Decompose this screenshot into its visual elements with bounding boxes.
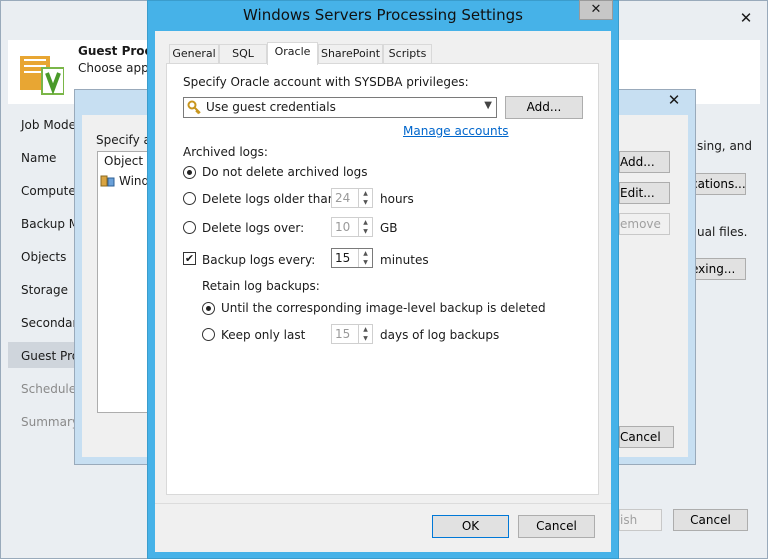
radio-delete-older[interactable]: [183, 192, 196, 205]
radio-retain-until[interactable]: [202, 302, 215, 315]
nav-item-guest-processing[interactable]: Guest Pro: [21, 349, 79, 363]
nav-item-storage[interactable]: Storage: [21, 283, 68, 297]
chevron-down-icon: ▼: [484, 100, 492, 111]
close-icon[interactable]: ✕: [579, 0, 613, 20]
spin-up-icon[interactable]: ▲: [358, 325, 372, 334]
archived-logs-label: Archived logs:: [183, 145, 268, 159]
add-account-button[interactable]: Add...: [505, 96, 583, 119]
wizard-logo-icon: [16, 50, 65, 96]
oracle-account-label: Specify Oracle account with SYSDBA privi…: [183, 75, 469, 89]
applications-button[interactable]: cations...: [690, 173, 746, 195]
over-size-value: 10: [335, 220, 351, 234]
spin-down-icon[interactable]: ▼: [358, 198, 372, 207]
dialog-title: Windows Servers Processing Settings: [243, 6, 523, 24]
middle-cancel-button[interactable]: Cancel: [619, 426, 674, 448]
over-size-unit: GB: [380, 221, 398, 235]
oracle-account-value: Use guest credentials: [206, 100, 336, 114]
middle-edit-button[interactable]: Edit...: [619, 182, 670, 204]
spin-up-icon[interactable]: ▲: [358, 218, 372, 227]
retain-log-backups-label: Retain log backups:: [202, 279, 320, 293]
backup-logs-stepper[interactable]: 15 ▲ ▼: [331, 248, 373, 268]
spin-up-icon[interactable]: ▲: [358, 189, 372, 198]
wizard-cancel-button[interactable]: Cancel: [673, 509, 748, 531]
keep-days-stepper[interactable]: 15 ▲ ▼: [331, 324, 373, 344]
radio-keep-only-last[interactable]: [202, 328, 215, 341]
backup-logs-unit: minutes: [380, 253, 429, 267]
indexing-button[interactable]: exing...: [690, 258, 746, 280]
nav-item-objects[interactable]: Objects: [21, 250, 66, 264]
column-header-object[interactable]: Object: [104, 154, 143, 168]
radio-delete-over-label[interactable]: Delete logs over:: [202, 221, 304, 235]
older-than-value: 24: [335, 191, 351, 205]
tab-general[interactable]: General: [169, 44, 219, 64]
cancel-button[interactable]: Cancel: [518, 515, 595, 538]
backup-logs-label[interactable]: Backup logs every:: [202, 253, 315, 267]
nav-item-summary[interactable]: Summary: [21, 415, 79, 429]
middle-close-icon[interactable]: ✕: [660, 91, 688, 109]
manage-accounts-link[interactable]: Manage accounts: [403, 124, 509, 138]
radio-delete-older-label[interactable]: Delete logs older than:: [202, 192, 339, 206]
radio-delete-over[interactable]: [183, 221, 196, 234]
backup-logs-checkbox[interactable]: ✔: [183, 252, 196, 265]
spin-up-icon[interactable]: ▲: [358, 249, 372, 258]
older-than-stepper[interactable]: 24 ▲ ▼: [331, 188, 373, 208]
wizard-right-text-2: ual files.: [697, 225, 748, 239]
finish-button[interactable]: ish: [619, 509, 662, 531]
wizard-right-text-1: sing, and: [697, 139, 753, 153]
tab-scripts[interactable]: Scripts: [383, 44, 432, 64]
key-icon: [187, 100, 203, 116]
tab-oracle[interactable]: Oracle: [267, 42, 318, 65]
radio-keep-only-last-label[interactable]: Keep only last: [221, 328, 305, 342]
radio-do-not-delete-label[interactable]: Do not delete archived logs: [202, 165, 368, 179]
wizard-close-icon[interactable]: ✕: [732, 9, 760, 27]
radio-retain-until-label[interactable]: Until the corresponding image-level back…: [221, 301, 546, 315]
middle-add-button[interactable]: Add...: [619, 151, 670, 173]
middle-remove-button[interactable]: emove: [619, 213, 670, 235]
spin-down-icon[interactable]: ▼: [358, 227, 372, 236]
tab-sql[interactable]: SQL: [219, 44, 267, 64]
wizard-step-subtitle: Choose appli: [78, 61, 156, 75]
spin-down-icon[interactable]: ▼: [358, 258, 372, 267]
nav-item-name[interactable]: Name: [21, 151, 56, 165]
oracle-account-combo[interactable]: Use guest credentials ▼: [183, 97, 497, 118]
nav-item-backup-mode[interactable]: Backup M: [21, 217, 79, 231]
tab-sharepoint[interactable]: SharePoint: [318, 44, 383, 64]
nav-item-schedule[interactable]: Schedule: [21, 382, 76, 396]
nav-item-computers[interactable]: Computer: [21, 184, 81, 198]
older-than-unit: hours: [380, 192, 414, 206]
over-size-stepper[interactable]: 10 ▲ ▼: [331, 217, 373, 237]
spin-down-icon[interactable]: ▼: [358, 334, 372, 343]
ok-button[interactable]: OK: [432, 515, 509, 538]
backup-logs-value: 15: [335, 251, 351, 265]
server-icon: [100, 174, 116, 188]
nav-item-job-mode[interactable]: Job Mode: [21, 118, 76, 132]
radio-do-not-delete[interactable]: [183, 166, 196, 179]
object-row-label[interactable]: Wind: [119, 174, 149, 188]
keep-days-value: 15: [335, 327, 351, 341]
keep-days-unit: days of log backups: [380, 328, 500, 342]
